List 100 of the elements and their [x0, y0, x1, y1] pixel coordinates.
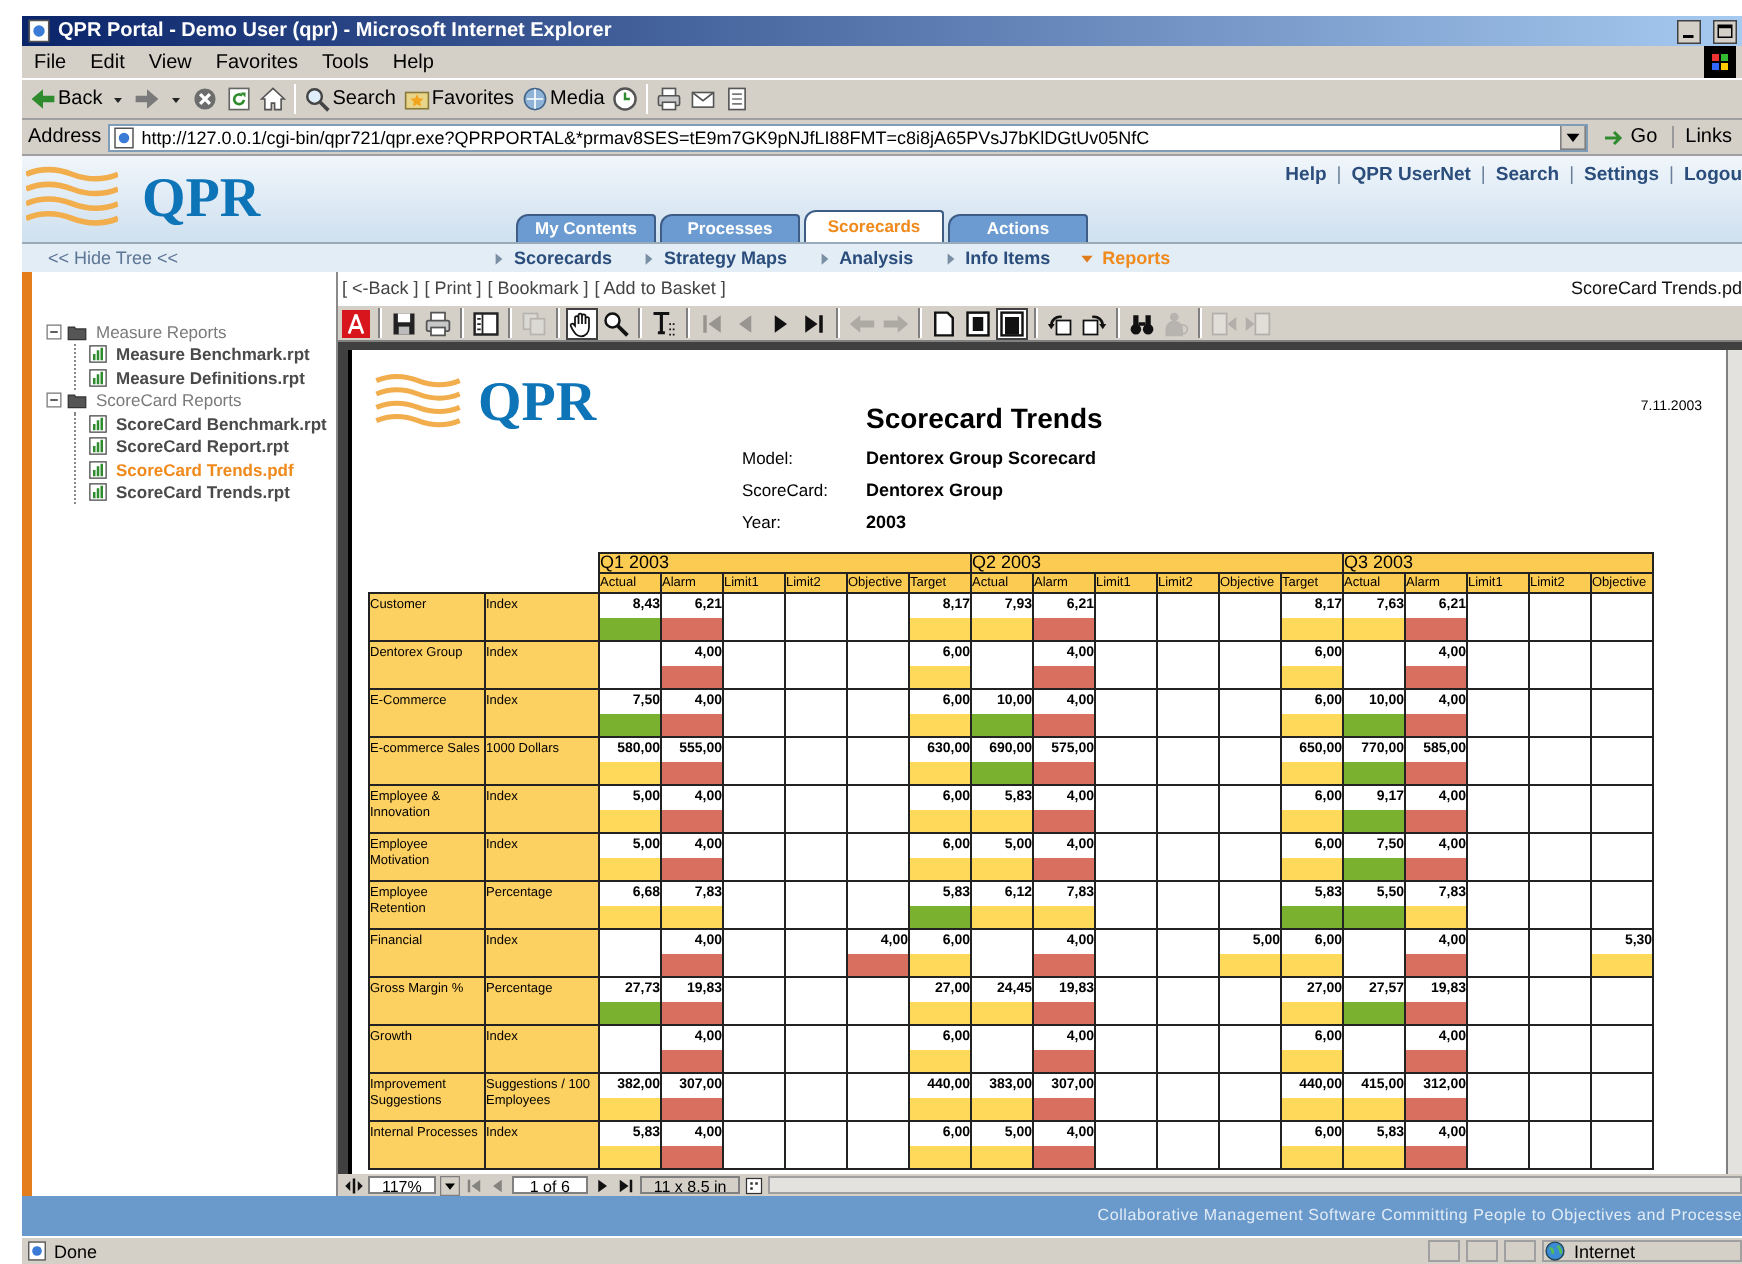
viewer-link[interactable]: [ <-Back ]	[342, 278, 419, 298]
zoom-field[interactable]: 117%	[368, 1176, 436, 1194]
field-label: Year:	[742, 512, 784, 532]
page-layout-icon[interactable]	[744, 1175, 765, 1195]
collapse-icon[interactable]	[44, 321, 64, 342]
media-button[interactable]: Media	[522, 86, 605, 112]
scrollbar[interactable]	[768, 1176, 1742, 1194]
fit-page-icon[interactable]	[962, 307, 994, 339]
menu-item[interactable]: Favorites	[215, 51, 298, 73]
text-select-icon[interactable]	[648, 307, 680, 339]
report-chart-icon	[88, 459, 108, 480]
refresh-icon[interactable]	[226, 86, 253, 112]
header-link[interactable]: Logou	[1683, 164, 1742, 186]
status-pane	[1428, 1240, 1460, 1262]
status-text: Done	[54, 1241, 100, 1261]
address-field[interactable]: http://127.0.0.1/cgi-bin/qpr721/qpr.exe?QPRPORTAL&*prmav8SES=tE9m7GK9pNJfLI88FMT=c8i8jA65PVsJ7bKlDGtUv05NfC	[107, 123, 1589, 151]
header-link[interactable]: Help	[1285, 164, 1327, 186]
star-folder-icon	[403, 86, 430, 112]
quarter-header: Q2 2003	[971, 553, 1343, 573]
subnav-link[interactable]: Analysis	[815, 248, 914, 268]
home-icon[interactable]	[260, 86, 287, 112]
media-icon	[522, 86, 549, 112]
viewer-link[interactable]: [ Bookmark ]	[487, 278, 589, 298]
links-button[interactable]: Links	[1671, 126, 1736, 148]
dropdown-arrow-icon[interactable]	[1560, 125, 1587, 149]
web-page-icon	[26, 18, 52, 44]
printer-icon[interactable]	[422, 307, 454, 339]
back-button[interactable]: Back	[30, 86, 103, 112]
field-value: 2003	[866, 512, 907, 532]
header-link[interactable]: QPR UserNet	[1351, 164, 1471, 186]
envelope-icon[interactable]	[690, 86, 717, 112]
go-button[interactable]: Go	[1594, 125, 1666, 149]
field-label: ScoreCard:	[742, 480, 830, 500]
folder-icon	[66, 390, 88, 411]
separator: |	[1569, 164, 1575, 186]
go-arrow-icon	[1602, 125, 1627, 149]
triangle-right-icon	[490, 249, 508, 267]
side-panel-icon[interactable]	[470, 307, 502, 339]
last-page-icon[interactable]	[615, 1175, 636, 1195]
menu-item[interactable]: File	[34, 51, 67, 73]
tree-item[interactable]: Measure Benchmark.rpt	[116, 344, 310, 365]
printer-icon[interactable]	[656, 86, 683, 112]
globe-icon	[1544, 1240, 1566, 1262]
clock-icon[interactable]	[612, 86, 639, 112]
minimize-icon[interactable]	[1676, 19, 1702, 43]
field-label: Model:	[742, 448, 796, 468]
fit-width-icon[interactable]	[996, 307, 1028, 339]
tree-item[interactable]: ScoreCard Benchmark.rpt	[116, 413, 327, 434]
menu-item[interactable]: Help	[392, 51, 434, 73]
favorites-button[interactable]: Favorites	[403, 86, 515, 112]
logo-icon[interactable]	[340, 307, 372, 339]
report-chart-icon	[88, 413, 108, 434]
menu-item[interactable]: View	[148, 51, 192, 73]
tree-folder[interactable]: ScoreCard Reports	[96, 390, 242, 411]
file-name: ScoreCard Trends.pd	[1570, 278, 1742, 298]
separator: |	[1669, 164, 1674, 186]
footer-slogan: Collaborative Management Software Committing People to Objectives and Processe	[22, 1196, 1742, 1236]
report-chart-icon	[88, 482, 108, 503]
address-label: Address	[28, 126, 102, 148]
scrollbar[interactable]	[1726, 350, 1742, 1174]
quarter-header: Q1 2003	[599, 553, 971, 573]
field-value: Dentorex Group Scorecard	[866, 448, 1097, 468]
search-icon	[304, 86, 331, 112]
splitter-icon[interactable]	[344, 1175, 364, 1195]
status-pane	[1466, 1240, 1498, 1262]
stop-icon[interactable]	[192, 86, 219, 112]
hand-icon[interactable]	[566, 307, 598, 339]
logo-text: QPR	[478, 374, 597, 434]
header-link[interactable]: Search	[1495, 164, 1560, 186]
quarter-header: Q3 2003	[1343, 553, 1654, 573]
menu-item[interactable]: Edit	[90, 51, 125, 73]
collapse-icon[interactable]	[44, 390, 64, 411]
subnav-link[interactable]: Scorecards	[490, 248, 613, 268]
report-chart-icon	[88, 436, 108, 457]
logo-text: QPR	[142, 167, 261, 231]
windows-logo-icon	[1698, 46, 1742, 78]
hide-tree-link[interactable]: << Hide Tree <<	[22, 248, 490, 268]
menu-item[interactable]: Tools	[321, 51, 369, 73]
field-value: Dentorex Group	[866, 480, 1004, 500]
maximize-icon[interactable]	[1712, 19, 1738, 43]
page-field[interactable]: 1 of 6	[511, 1176, 588, 1194]
tree-item[interactable]: Measure Definitions.rpt	[116, 367, 305, 388]
tree-item[interactable]: ScoreCard Report.rpt	[116, 436, 289, 457]
subnav-link[interactable]: Strategy Maps	[640, 248, 788, 268]
web-page-icon	[111, 125, 136, 149]
separator: |	[1336, 164, 1342, 186]
zoom-icon[interactable]	[600, 307, 632, 339]
page-icon[interactable]	[724, 86, 751, 112]
status-pane	[1504, 1240, 1536, 1262]
search-button[interactable]: Search	[304, 86, 396, 112]
subnav-link[interactable]: Info Items	[941, 248, 1051, 268]
tree-item[interactable]: ScoreCard Trends.rpt	[116, 482, 290, 503]
window-title: QPR Portal - Demo User (qpr) - Microsoft Internet Explorer	[58, 20, 614, 42]
report-chart-icon	[88, 344, 108, 365]
tree-folder[interactable]: Measure Reports	[96, 321, 227, 342]
report-title: Scorecard Trends	[864, 402, 1105, 434]
viewer-link[interactable]: [ Add to Basket ]	[594, 278, 726, 298]
viewer-link[interactable]: [ Print ]	[424, 278, 482, 298]
report-chart-icon	[88, 367, 108, 388]
header-link[interactable]: Settings	[1584, 164, 1660, 186]
